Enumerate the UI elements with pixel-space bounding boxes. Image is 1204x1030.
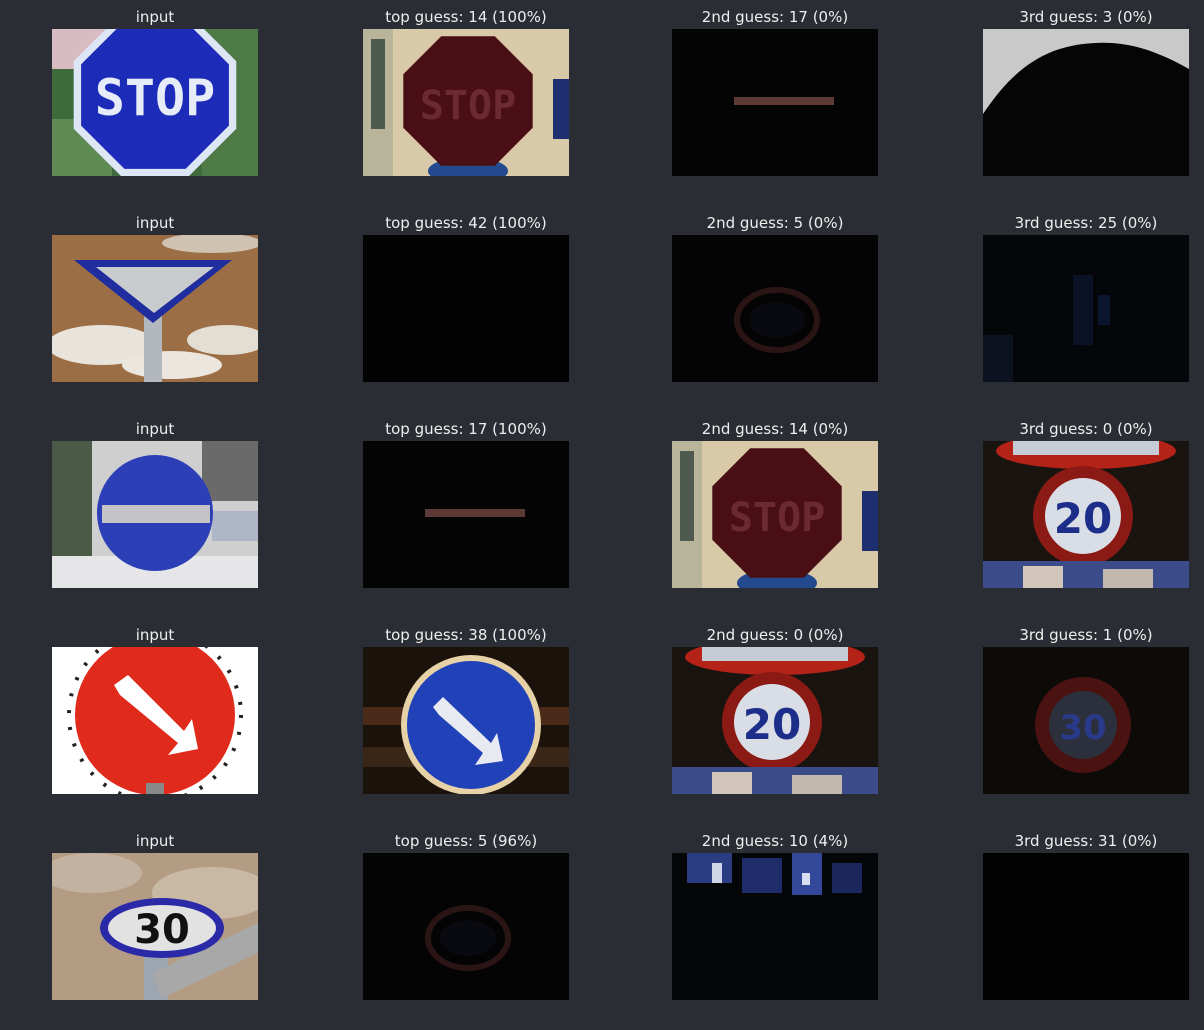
guess-label: 3rd guess: 3 (0%) [1019, 8, 1153, 26]
no-entry-bar-dark-image [363, 441, 569, 588]
speed-limit-20-image: 20 [983, 441, 1189, 588]
keep-right-red-white-image [52, 647, 258, 794]
guess-label: 2nd guess: 10 (4%) [701, 832, 849, 850]
guess-label: 3rd guess: 0 (0%) [1019, 420, 1153, 438]
svg-text:20: 20 [743, 700, 801, 749]
svg-text:STOP: STOP [95, 69, 215, 127]
guess-label: top guess: 42 (100%) [385, 214, 547, 232]
dark-speed-limit-image: 30 [983, 647, 1189, 794]
guess-label: top guess: 17 (100%) [385, 420, 547, 438]
speed-limit-20-image: 20 [672, 647, 878, 794]
input-label: input [135, 832, 175, 850]
faint-speed-limit-image [672, 235, 878, 382]
no-entry-bar-dark-image [672, 29, 878, 176]
stop-sign-blue-image: STOP [52, 29, 258, 176]
guess-label: 3rd guess: 31 (0%) [1014, 832, 1158, 850]
guess-label: 2nd guess: 14 (0%) [701, 420, 849, 438]
keep-right-blue-image [363, 647, 569, 794]
dark-blue-noise-image [983, 235, 1189, 382]
faint-speed-limit-image [363, 853, 569, 1000]
guess-label: 3rd guess: 25 (0%) [1014, 214, 1158, 232]
guess-label: 2nd guess: 17 (0%) [701, 8, 849, 26]
guess-label: top guess: 14 (100%) [385, 8, 547, 26]
black-image-image [363, 235, 569, 382]
svg-text:30: 30 [134, 907, 190, 953]
blue-blobs-dark-image [672, 853, 878, 1000]
guess-label: 2nd guess: 0 (0%) [706, 626, 844, 644]
stop-sign-dark-red-image: STOP [672, 441, 878, 588]
black-image-image [983, 853, 1189, 1000]
input-label: input [135, 8, 175, 26]
no-entry-blue-sign-image [52, 441, 258, 588]
guess-label: top guess: 5 (96%) [394, 832, 538, 850]
input-label: input [135, 420, 175, 438]
guess-label: top guess: 38 (100%) [385, 626, 547, 644]
guess-label: 2nd guess: 5 (0%) [706, 214, 844, 232]
dark-silhouette-image [983, 29, 1189, 176]
input-label: input [135, 214, 175, 232]
stop-sign-dark-red-image: STOP [363, 29, 569, 176]
svg-text:STOP: STOP [420, 83, 516, 129]
svg-text:STOP: STOP [729, 495, 825, 541]
yield-sign-brown-sky-image [52, 235, 258, 382]
svg-text:30: 30 [1059, 708, 1106, 748]
prediction-grid: input STOP top guess: 14 (100%) STOP 2nd g… [0, 0, 1204, 1030]
input-label: input [135, 626, 175, 644]
svg-text:20: 20 [1054, 494, 1112, 543]
guess-label: 3rd guess: 1 (0%) [1019, 626, 1153, 644]
speed-limit-30-input-image: 30 [52, 853, 258, 1000]
